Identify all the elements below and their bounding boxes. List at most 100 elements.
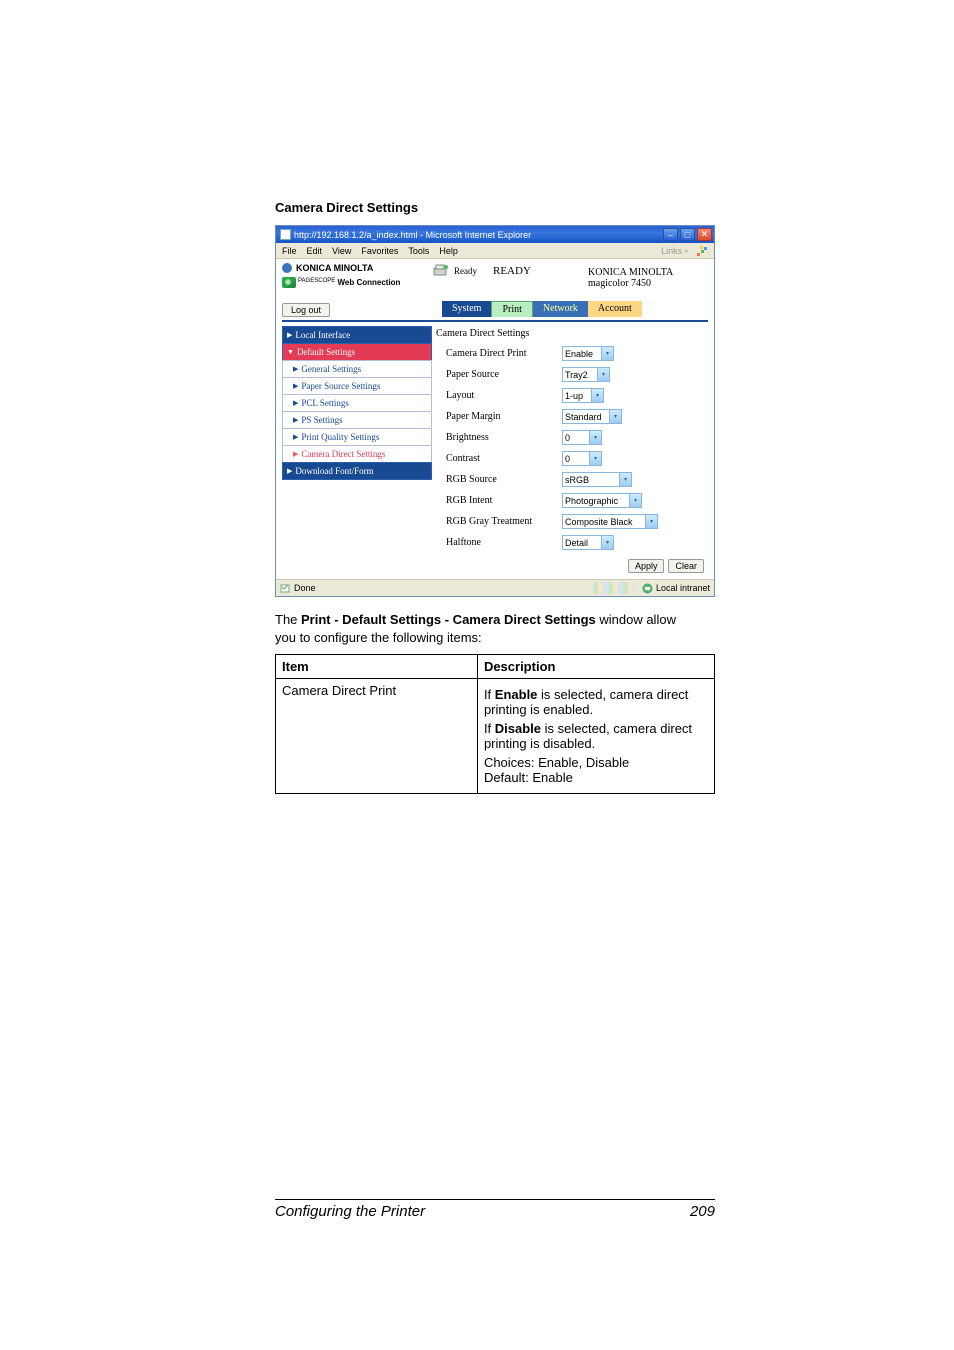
menu-tools[interactable]: Tools	[408, 246, 429, 256]
select-value[interactable]: Detail	[562, 535, 614, 550]
setting-label: Layout	[436, 390, 556, 401]
tab-network[interactable]: Network	[533, 301, 588, 317]
setting-label: RGB Gray Treatment	[436, 516, 556, 527]
links-toolbar[interactable]: Links»	[661, 243, 688, 259]
select-value[interactable]: Enable	[562, 346, 614, 361]
statusbar-zone: Local intranet	[656, 583, 710, 593]
logout-button[interactable]: Log out	[282, 303, 330, 317]
brand-text: KONICA MINOLTA	[296, 263, 373, 273]
sidebar-local-interface[interactable]: ▶Local Interface	[282, 326, 432, 344]
status-bar: Done Local intranet	[276, 579, 714, 596]
setting-label: RGB Intent	[436, 495, 556, 506]
close-button[interactable]: ✕	[697, 228, 712, 241]
sidebar-item-paper-source[interactable]: ▶Paper Source Settings	[282, 377, 432, 395]
ie-throbber-icon	[694, 243, 710, 259]
select-wrap[interactable]: 0▾	[562, 430, 602, 445]
select-value[interactable]: Tray2	[562, 367, 610, 382]
select-value[interactable]: 0	[562, 430, 602, 445]
select-wrap[interactable]: sRGB▾	[562, 472, 632, 487]
clear-button[interactable]: Clear	[668, 559, 704, 573]
sidebar-label: General Settings	[301, 364, 361, 374]
select-wrap[interactable]: Tray2▾	[562, 367, 610, 382]
sidebar-item-general[interactable]: ▶General Settings	[282, 360, 432, 378]
tab-print[interactable]: Print	[491, 301, 532, 317]
select-value[interactable]: 0	[562, 451, 602, 466]
triangle-down-icon: ▼	[287, 348, 294, 356]
setting-row: Contrast 0▾	[436, 448, 708, 469]
triangle-icon: ▶	[293, 433, 298, 441]
done-icon	[280, 583, 291, 594]
setting-row: Layout 1-up▾	[436, 385, 708, 406]
setting-label: Paper Margin	[436, 411, 556, 422]
browser-window: http://192.168.1.2/a_index.html - Micros…	[275, 225, 715, 597]
setting-label: Paper Source	[436, 369, 556, 380]
select-wrap[interactable]: 0▾	[562, 451, 602, 466]
menu-help[interactable]: Help	[439, 246, 458, 256]
maximize-button[interactable]: □	[680, 228, 695, 241]
setting-row: Paper Margin Standard▾	[436, 406, 708, 427]
tab-strip: System Print Network Account	[442, 301, 642, 317]
setting-label: Halftone	[436, 537, 556, 548]
minimize-button[interactable]: –	[663, 228, 678, 241]
sidebar-default-settings[interactable]: ▼Default Settings	[282, 343, 432, 361]
sidebar-item-ps[interactable]: ▶PS Settings	[282, 411, 432, 429]
tab-system[interactable]: System	[442, 301, 491, 317]
setting-row: Halftone Detail▾	[436, 532, 708, 553]
triangle-icon: ▶	[287, 331, 292, 339]
triangle-icon: ▶	[287, 467, 292, 475]
title-bar: http://192.168.1.2/a_index.html - Micros…	[276, 226, 714, 243]
tab-account[interactable]: Account	[588, 301, 642, 317]
menu-view[interactable]: View	[332, 246, 351, 256]
sidebar-item-camera-direct[interactable]: ▶Camera Direct Settings	[282, 445, 432, 463]
select-wrap[interactable]: Standard▾	[562, 409, 622, 424]
brand-circle-icon	[282, 263, 292, 273]
window-title: http://192.168.1.2/a_index.html - Micros…	[294, 230, 663, 240]
td-item: Camera Direct Print	[276, 679, 478, 794]
setting-label: RGB Source	[436, 474, 556, 485]
intranet-zone-icon	[642, 583, 653, 594]
brand-logo: KONICA MINOLTA	[282, 263, 432, 273]
chevron-right-icon: »	[684, 248, 688, 255]
triangle-icon: ▶	[293, 382, 298, 390]
menu-bar: File Edit View Favorites Tools Help	[276, 243, 714, 259]
setting-row: RGB Gray Treatment Composite Black▾	[436, 511, 708, 532]
td-description: If Enable is selected, camera direct pri…	[477, 679, 714, 794]
select-wrap[interactable]: Photographic▾	[562, 493, 642, 508]
sidebar-download-font[interactable]: ▶Download Font/Form	[282, 462, 432, 480]
statusbar-done: Done	[294, 583, 316, 593]
setting-row: RGB Source sRGB▾	[436, 469, 708, 490]
device-info: KONICA MINOLTA magicolor 7450	[588, 263, 708, 289]
triangle-icon: ▶	[293, 365, 298, 373]
select-value[interactable]: sRGB	[562, 472, 632, 487]
footer-title: Configuring the Printer	[275, 1203, 425, 1220]
select-value[interactable]: Photographic	[562, 493, 642, 508]
setting-row: Camera Direct PrintEnable▾	[436, 343, 708, 364]
select-wrap[interactable]: Enable▾	[562, 346, 614, 361]
th-description: Description	[477, 655, 714, 679]
pagescope-icon	[282, 277, 296, 288]
setting-label: Contrast	[436, 453, 556, 464]
links-label: Links	[661, 246, 682, 256]
select-wrap[interactable]: Composite Black▾	[562, 514, 658, 529]
apply-button[interactable]: Apply	[628, 559, 665, 573]
select-wrap[interactable]: Detail▾	[562, 535, 614, 550]
select-wrap[interactable]: 1-up▾	[562, 388, 604, 403]
setting-row: RGB Intent Photographic▾	[436, 490, 708, 511]
select-value[interactable]: Composite Black	[562, 514, 658, 529]
menu-file[interactable]: File	[282, 246, 297, 256]
description-paragraph: The Print - Default Settings - Camera Di…	[275, 611, 679, 646]
ie-icon	[280, 229, 291, 240]
settings-panel: Camera Direct Settings Camera Direct Pri…	[436, 326, 708, 575]
select-value[interactable]: 1-up	[562, 388, 604, 403]
sidebar-item-print-quality[interactable]: ▶Print Quality Settings	[282, 428, 432, 446]
triangle-icon: ▶	[293, 416, 298, 424]
menu-edit[interactable]: Edit	[307, 246, 323, 256]
select-value[interactable]: Standard	[562, 409, 622, 424]
setting-row: Brightness0▾	[436, 427, 708, 448]
menu-favorites[interactable]: Favorites	[361, 246, 398, 256]
sidebar: ▶Local Interface ▼Default Settings ▶Gene…	[282, 326, 432, 575]
printer-status-icon	[432, 263, 450, 279]
sidebar-item-pcl[interactable]: ▶PCL Settings	[282, 394, 432, 412]
sidebar-label: Local Interface	[295, 330, 350, 340]
pagescope-logo: PAGESCOPE Web Connection	[282, 277, 432, 288]
